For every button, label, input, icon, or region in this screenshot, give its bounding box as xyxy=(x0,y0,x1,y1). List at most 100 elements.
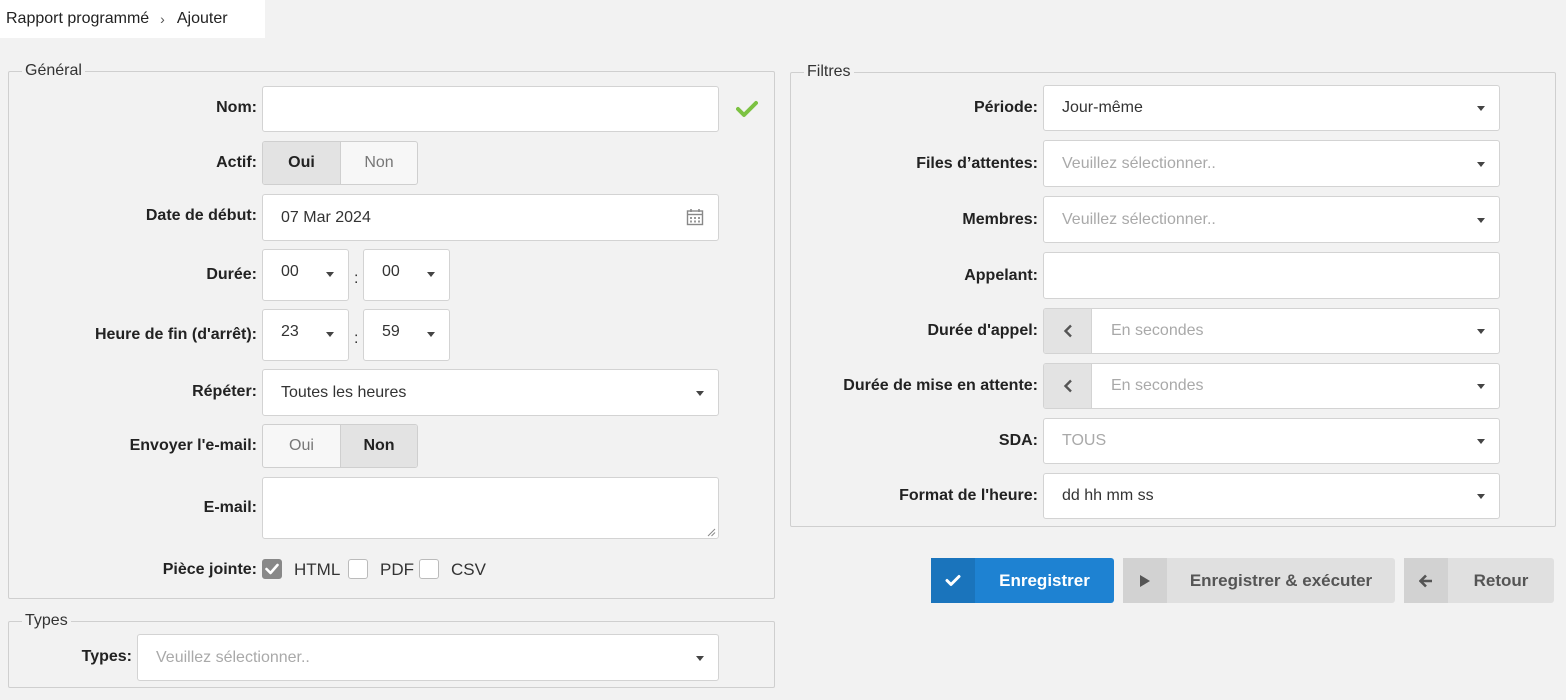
periode-value: Jour-même xyxy=(1062,99,1143,116)
chevron-down-icon xyxy=(326,272,334,277)
files-label: Files d’attentes: xyxy=(916,155,1038,172)
membres-label: Membres: xyxy=(962,211,1038,228)
general-legend: Général xyxy=(25,62,82,79)
envoyer-label: Envoyer l'e-mail: xyxy=(129,437,257,454)
chevron-left-icon xyxy=(1063,379,1072,393)
breadcrumb-parent[interactable]: Rapport programmé xyxy=(6,10,149,28)
duree-hours-value: 00 xyxy=(281,263,299,280)
email-textarea[interactable] xyxy=(262,477,719,539)
chevron-down-icon xyxy=(1477,106,1485,111)
sda-select[interactable]: TOUS xyxy=(1043,418,1500,464)
fin-colon: : xyxy=(354,330,359,347)
play-icon xyxy=(1123,558,1167,603)
duree-minutes-value: 00 xyxy=(382,263,400,280)
duree-attente-select[interactable]: En secondes xyxy=(1043,363,1500,409)
attachment-pdf-checkbox[interactable] xyxy=(348,559,368,579)
types-placeholder: Veuillez sélectionner.. xyxy=(156,648,310,666)
types-label: Types: xyxy=(81,648,132,665)
chevron-down-icon xyxy=(1477,384,1485,389)
check-icon xyxy=(931,558,975,603)
chevron-down-icon xyxy=(1477,329,1485,334)
format-select[interactable]: dd hh mm ss xyxy=(1043,473,1500,519)
save-button-label: Enregistrer xyxy=(999,570,1090,590)
files-placeholder: Veuillez sélectionner.. xyxy=(1062,154,1216,172)
duree-label: Durée: xyxy=(206,266,257,283)
types-select[interactable]: Veuillez sélectionner.. xyxy=(137,634,719,681)
membres-select[interactable]: Veuillez sélectionner.. xyxy=(1043,196,1500,243)
save-and-run-button[interactable]: Enregistrer & exécuter xyxy=(1123,558,1395,603)
chevron-down-icon xyxy=(1477,161,1485,167)
breadcrumb-separator: › xyxy=(160,11,165,27)
date-value: 07 Mar 2024 xyxy=(281,208,371,226)
date-input[interactable]: 07 Mar 2024 xyxy=(262,194,719,241)
chevron-down-icon xyxy=(427,332,435,337)
duree-colon: : xyxy=(354,270,359,287)
attachment-html-checkbox[interactable] xyxy=(262,559,282,579)
fin-minutes-value: 59 xyxy=(382,323,400,340)
breadcrumb-current: Ajouter xyxy=(176,10,228,27)
duree-hours-select[interactable]: 00 xyxy=(262,249,349,301)
periode-select[interactable]: Jour-même xyxy=(1043,85,1500,131)
actif-oui-option[interactable]: Oui xyxy=(263,142,340,184)
duree-attente-placeholder: En secondes xyxy=(1111,377,1204,394)
save-and-run-button-label: Enregistrer & exécuter xyxy=(1189,570,1373,590)
appelant-input[interactable] xyxy=(1043,252,1500,299)
envoyer-non-option[interactable]: Non xyxy=(340,425,417,467)
back-button-label: Retour xyxy=(1473,570,1529,590)
back-button[interactable]: Retour xyxy=(1404,558,1554,603)
attachment-pdf-label: PDF xyxy=(380,560,414,579)
duree-attente-label: Durée de mise en attente: xyxy=(843,377,1038,394)
breadcrumb: Rapport programmé › Ajouter xyxy=(0,0,265,38)
actif-label: Actif: xyxy=(216,154,257,171)
chevron-down-icon xyxy=(1477,494,1485,499)
chevron-down-icon xyxy=(696,390,704,396)
nom-input[interactable] xyxy=(262,86,719,132)
duree-appel-select[interactable]: En secondes xyxy=(1043,308,1500,354)
format-value: dd hh mm ss xyxy=(1062,487,1154,504)
types-legend: Types xyxy=(25,612,68,629)
date-label: Date de début: xyxy=(145,207,257,224)
chevron-down-icon xyxy=(1477,439,1485,444)
check-icon xyxy=(265,563,279,575)
valid-check-icon xyxy=(736,101,758,117)
envoyer-oui-option[interactable]: Oui xyxy=(263,425,340,467)
resize-handle-icon[interactable] xyxy=(707,528,716,537)
fin-hours-select[interactable]: 23 xyxy=(262,309,349,361)
sda-label: SDA: xyxy=(998,432,1038,449)
periode-label: Période: xyxy=(973,99,1038,116)
arrow-left-icon xyxy=(1404,558,1448,603)
chevron-left-icon xyxy=(1063,324,1072,338)
membres-placeholder: Veuillez sélectionner.. xyxy=(1062,210,1216,228)
attachment-html-label: HTML xyxy=(294,560,341,579)
duree-appel-placeholder: En secondes xyxy=(1111,322,1204,339)
duree-appel-label: Durée d'appel: xyxy=(927,322,1039,339)
actif-toggle: Oui Non xyxy=(262,141,418,185)
attachment-csv-checkbox[interactable] xyxy=(419,559,439,579)
email-label: E-mail: xyxy=(203,499,257,516)
fin-minutes-select[interactable]: 59 xyxy=(363,309,450,361)
save-button[interactable]: Enregistrer xyxy=(931,558,1114,603)
actif-non-option[interactable]: Non xyxy=(340,142,417,184)
piece-jointe-label: Pièce jointe: xyxy=(162,561,257,578)
files-select[interactable]: Veuillez sélectionner.. xyxy=(1043,140,1500,187)
chevron-down-icon xyxy=(427,272,435,277)
nom-label: Nom: xyxy=(216,99,257,116)
calendar-icon[interactable] xyxy=(686,208,704,226)
duree-attente-prefix[interactable] xyxy=(1044,364,1092,408)
duree-appel-prefix[interactable] xyxy=(1044,309,1092,353)
chevron-down-icon xyxy=(696,655,704,661)
fin-hours-value: 23 xyxy=(281,323,299,340)
repeter-select[interactable]: Toutes les heures xyxy=(262,369,719,416)
format-label: Format de l'heure: xyxy=(899,487,1038,504)
fin-label: Heure de fin (d'arrêt): xyxy=(94,326,257,343)
sda-value: TOUS xyxy=(1062,432,1107,449)
duree-minutes-select[interactable]: 00 xyxy=(363,249,450,301)
filtres-legend: Filtres xyxy=(807,63,851,80)
attachment-csv-label: CSV xyxy=(451,560,486,579)
repeter-value: Toutes les heures xyxy=(281,383,407,401)
appelant-label: Appelant: xyxy=(964,267,1038,284)
envoyer-toggle: Oui Non xyxy=(262,424,418,468)
repeter-label: Répéter: xyxy=(192,383,257,400)
chevron-down-icon xyxy=(326,332,334,337)
chevron-down-icon xyxy=(1477,217,1485,223)
